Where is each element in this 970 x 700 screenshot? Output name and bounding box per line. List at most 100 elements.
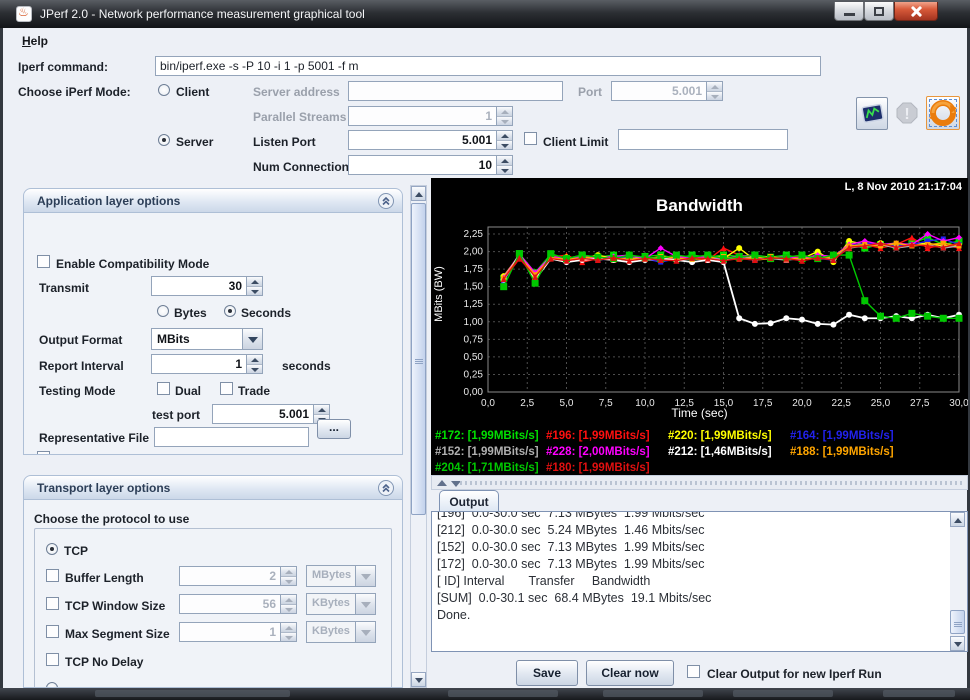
listen-port-spin-buttons[interactable] bbox=[496, 131, 512, 149]
legend-entry: #212: [1,46MBits/s] bbox=[668, 446, 772, 458]
transport-layer-pane: Transport layer options Choose the proto… bbox=[23, 475, 403, 688]
collapse-chevron-icon[interactable] bbox=[378, 480, 394, 496]
options-scrollbar[interactable] bbox=[410, 185, 427, 688]
transmit-label: Transmit bbox=[39, 281, 90, 295]
tcp-window-spin-buttons[interactable] bbox=[280, 595, 296, 613]
taskbar-strip bbox=[0, 688, 970, 700]
client-limit-input[interactable] bbox=[618, 129, 788, 150]
minimize-button[interactable] bbox=[834, 2, 864, 21]
taskbar-segment bbox=[95, 690, 290, 697]
transmit-spin-buttons[interactable] bbox=[246, 277, 262, 295]
split-pane-divider[interactable] bbox=[431, 475, 968, 490]
svg-text:1,50: 1,50 bbox=[464, 282, 484, 293]
save-button[interactable]: Save bbox=[516, 660, 578, 686]
svg-text:0,00: 0,00 bbox=[464, 387, 484, 398]
choose-mode-label: Choose iPerf Mode: bbox=[18, 85, 131, 99]
application-layer-body: Enable Compatibility Mode Transmit 30 By… bbox=[23, 213, 403, 455]
application-layer-header[interactable]: Application layer options bbox=[23, 188, 403, 213]
tab-output[interactable]: Output bbox=[439, 490, 499, 512]
legend-entry: #196: [1,99MBits/s] bbox=[546, 430, 650, 442]
scrollbar-thumb[interactable] bbox=[950, 610, 965, 634]
buffer-length-unit-combo[interactable]: MBytes bbox=[306, 565, 376, 587]
trade-checkbox[interactable] bbox=[220, 382, 233, 395]
browse-file-button[interactable]: ... bbox=[317, 419, 351, 439]
print-mss-checkbox[interactable] bbox=[37, 451, 50, 454]
combo-arrow-icon[interactable] bbox=[355, 622, 375, 642]
print-mss-label: Print MSS bbox=[56, 453, 113, 454]
scroll-down-icon[interactable] bbox=[411, 672, 426, 687]
dual-checkbox[interactable] bbox=[157, 382, 170, 395]
listen-port-spinner[interactable]: 5.001 bbox=[348, 130, 513, 150]
java-app-icon bbox=[16, 5, 32, 22]
tcp-no-delay-checkbox[interactable] bbox=[46, 653, 59, 666]
client-mode-label: Client bbox=[176, 85, 210, 99]
tcp-window-checkbox[interactable] bbox=[46, 597, 59, 610]
buffer-length-checkbox[interactable] bbox=[46, 569, 59, 582]
stop-iperf-button[interactable]: ! bbox=[891, 97, 923, 130]
max-segment-checkbox[interactable] bbox=[46, 625, 59, 638]
combo-arrow-icon[interactable] bbox=[242, 329, 262, 349]
buffer-length-spin-buttons[interactable] bbox=[280, 567, 296, 585]
trade-label: Trade bbox=[238, 384, 271, 398]
close-button[interactable] bbox=[894, 2, 938, 21]
maximize-button[interactable] bbox=[864, 2, 894, 21]
test-port-spinner[interactable]: 5.001 bbox=[212, 404, 330, 424]
bandwidth-chart: L, 8 Nov 2010 21:17:04 Bandwidth 0,0 2,5 5… bbox=[431, 178, 968, 475]
server-address-input[interactable] bbox=[348, 81, 563, 101]
scrollbar-thumb[interactable] bbox=[411, 203, 426, 515]
clear-now-button[interactable]: Clear now bbox=[586, 660, 674, 686]
combo-arrow-icon[interactable] bbox=[355, 566, 375, 586]
server-mode-radio[interactable] bbox=[158, 134, 170, 146]
legend-entry: #228: [2,00MBits/s] bbox=[546, 446, 650, 458]
client-limit-checkbox[interactable] bbox=[524, 132, 537, 145]
client-mode-radio[interactable] bbox=[158, 84, 170, 96]
scroll-down-icon[interactable] bbox=[950, 636, 965, 651]
report-interval-spinner[interactable]: 1 bbox=[151, 354, 263, 374]
taskbar-segment bbox=[603, 690, 703, 697]
max-segment-spinner[interactable]: 1 bbox=[179, 622, 297, 642]
max-segment-unit-combo[interactable]: KBytes bbox=[306, 621, 376, 643]
iperf-command-input[interactable] bbox=[155, 56, 821, 76]
expand-up-icon[interactable] bbox=[437, 480, 447, 486]
output-textarea[interactable]: [196] 0.0-30.0 sec 7.13 MBytes 1.99 Mbit… bbox=[431, 511, 968, 652]
clear-output-label: Clear Output for new Iperf Run bbox=[707, 667, 882, 681]
buffer-length-spinner[interactable]: 2 bbox=[179, 566, 297, 586]
collapse-chevron-icon[interactable] bbox=[378, 193, 394, 209]
menu-help[interactable]: Help bbox=[18, 32, 52, 50]
testing-mode-label: Testing Mode bbox=[39, 384, 116, 398]
transmit-spinner[interactable]: 30 bbox=[151, 276, 263, 296]
parallel-streams-spinner[interactable]: 1 bbox=[348, 106, 513, 126]
clear-output-checkbox[interactable] bbox=[687, 665, 700, 678]
output-scrollbar[interactable] bbox=[950, 512, 967, 651]
tcp-radio[interactable] bbox=[46, 543, 58, 555]
restart-icon bbox=[929, 100, 957, 126]
num-connections-spinner[interactable]: 10 bbox=[348, 155, 513, 175]
seconds-radio[interactable] bbox=[224, 305, 236, 317]
output-format-combo[interactable]: MBits bbox=[151, 328, 263, 350]
max-segment-spin-buttons[interactable] bbox=[280, 623, 296, 641]
transport-layer-header[interactable]: Transport layer options bbox=[23, 475, 403, 500]
tcp-window-unit-combo[interactable]: KBytes bbox=[306, 593, 376, 615]
combo-arrow-icon[interactable] bbox=[355, 594, 375, 614]
title-bar[interactable]: JPerf 2.0 - Network performance measurem… bbox=[0, 0, 970, 28]
legend-entry: #188: [1,99MBits/s] bbox=[790, 446, 894, 458]
scroll-up-icon[interactable] bbox=[950, 512, 965, 527]
port-spinner[interactable]: 5.001 bbox=[611, 81, 723, 101]
parallel-streams-spin-buttons[interactable] bbox=[496, 107, 512, 125]
tcp-window-spinner[interactable]: 56 bbox=[179, 594, 297, 614]
taskbar-segment bbox=[883, 690, 955, 697]
output-buttons-row: Save Clear now Clear Output for new Iper… bbox=[431, 652, 968, 688]
enable-compat-checkbox[interactable] bbox=[37, 255, 50, 268]
port-spin-buttons[interactable] bbox=[706, 82, 722, 100]
report-interval-spin-buttons[interactable] bbox=[246, 355, 262, 373]
restart-iperf-button[interactable] bbox=[926, 96, 960, 130]
run-iperf-button[interactable] bbox=[856, 97, 888, 130]
bytes-radio[interactable] bbox=[157, 305, 169, 317]
server-address-label: Server address bbox=[253, 85, 340, 99]
scroll-up-icon[interactable] bbox=[411, 186, 426, 201]
svg-text:0,50: 0,50 bbox=[464, 352, 484, 363]
legend-entry: #164: [1,99MBits/s] bbox=[790, 430, 894, 442]
num-connections-spin-buttons[interactable] bbox=[496, 156, 512, 174]
report-interval-label: Report Interval bbox=[39, 359, 124, 373]
representative-file-input[interactable] bbox=[154, 427, 309, 447]
